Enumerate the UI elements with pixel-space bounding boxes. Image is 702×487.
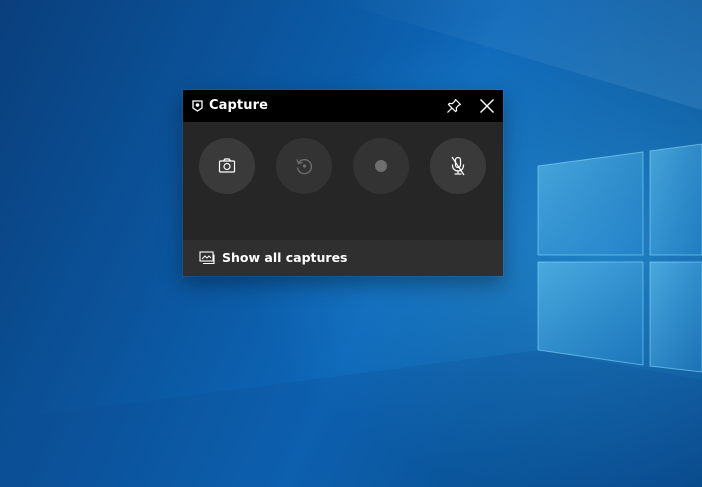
pin-button[interactable] (445, 97, 463, 115)
screenshot-button[interactable] (199, 138, 255, 194)
record-last-30-seconds-button[interactable] (276, 138, 332, 194)
capture-widget-icon (192, 100, 203, 112)
microphone-off-icon (451, 156, 465, 176)
record-dot-icon (375, 160, 387, 172)
close-button[interactable] (478, 97, 496, 115)
show-all-captures-label: Show all captures (222, 250, 348, 265)
history-icon (296, 159, 313, 175)
start-recording-button[interactable] (353, 138, 409, 194)
camera-icon (218, 158, 236, 173)
capture-titlebar[interactable]: Capture (183, 90, 503, 122)
gallery-icon (199, 251, 215, 265)
microphone-toggle-button[interactable] (430, 138, 486, 194)
pin-icon (447, 98, 462, 113)
close-icon (480, 99, 494, 113)
show-all-captures-button[interactable]: Show all captures (183, 240, 503, 276)
capture-widget: Capture Show all captures (183, 90, 503, 276)
capture-title: Capture (209, 98, 269, 113)
capture-controls (183, 122, 503, 240)
